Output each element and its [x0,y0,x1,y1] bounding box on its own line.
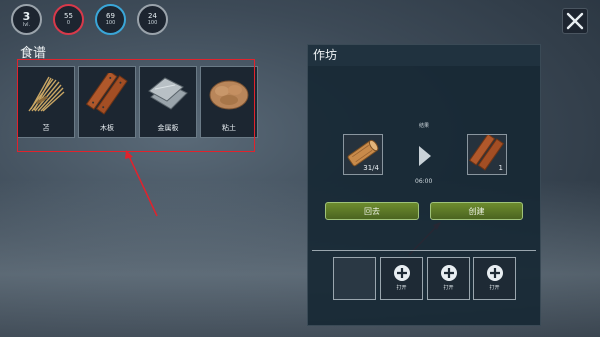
plus-icon [393,265,410,281]
play-arrow-icon [419,146,431,166]
workshop-panel: 作坊 结果 31/4 06:00 1 回去 创建 打开 打开 打开 [307,44,541,326]
output-slot[interactable]: 1 [467,133,507,175]
unlock-label: 打开 [489,285,500,291]
input-slot[interactable]: 31/4 [343,134,383,175]
unlock-label: 打开 [443,285,454,291]
queue-slot-locked[interactable]: 打开 [473,257,516,300]
queue-slot-locked[interactable]: 打开 [380,257,423,300]
result-label: 结果 [419,123,430,129]
queue-divider [312,250,536,251]
queue-slot-active[interactable] [333,257,376,300]
arrow-to-recipes [127,153,158,217]
create-button[interactable]: 创建 [430,202,523,220]
input-qty: 31/4 [363,164,379,172]
plus-icon [440,265,457,281]
workshop-title: 作坊 [308,45,540,66]
queue-slot-locked[interactable]: 打开 [427,257,470,300]
back-button[interactable]: 回去 [325,202,419,220]
arrow-to-recipes-head [125,150,133,159]
craft-time: 06:00 [415,178,433,185]
output-qty: 1 [498,164,503,172]
plus-icon [486,265,503,281]
unlock-label: 打开 [396,285,407,291]
